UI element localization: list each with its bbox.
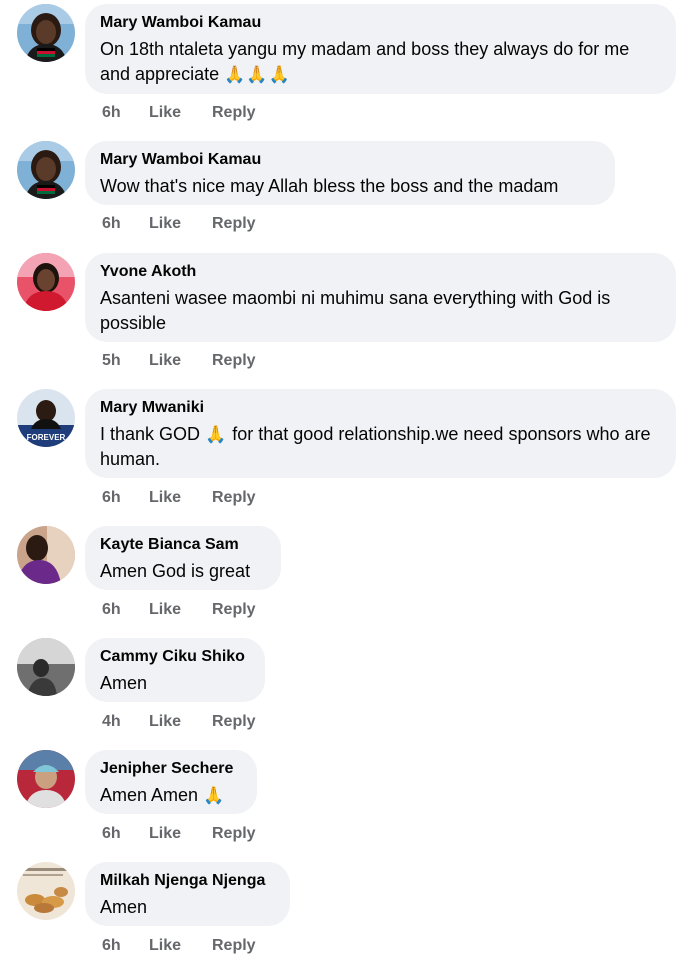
comment-text: Amen God is great	[100, 561, 251, 581]
comment-author[interactable]: Kayte Bianca Sam	[100, 536, 265, 554]
like-button[interactable]: Like	[149, 488, 181, 508]
reply-button[interactable]: Reply	[212, 712, 256, 732]
profile-photo-icon	[17, 750, 75, 808]
comment-timestamp[interactable]: 6h	[102, 936, 121, 956]
comment-text: Amen Amen 🙏	[100, 785, 226, 805]
avatar[interactable]	[17, 638, 75, 696]
comment-bubble: Milkah Njenga Njenga Amen	[85, 862, 290, 926]
comment-timestamp[interactable]: 6h	[102, 488, 121, 508]
reply-button[interactable]: Reply	[212, 936, 256, 956]
profile-photo-icon	[17, 638, 75, 696]
avatar[interactable]	[17, 526, 75, 584]
comment-bubble: Cammy Ciku Shiko Amen	[85, 638, 265, 702]
like-button[interactable]: Like	[149, 103, 181, 123]
reply-button[interactable]: Reply	[212, 103, 256, 123]
comment-author[interactable]: Mary Wamboi Kamau	[100, 151, 599, 169]
like-button[interactable]: Like	[149, 351, 181, 371]
comment-author[interactable]: Yvone Akoth	[100, 263, 660, 281]
comment-author[interactable]: Milkah Njenga Njenga	[100, 872, 274, 890]
reply-button[interactable]: Reply	[212, 600, 256, 620]
comment-author[interactable]: Mary Mwaniki	[100, 399, 660, 417]
avatar[interactable]	[17, 141, 75, 199]
comment-text: I thank GOD 🙏 for that good relationship…	[100, 424, 651, 469]
like-button[interactable]: Like	[149, 824, 181, 844]
comment-text: Asanteni wasee maombi ni muhimu sana eve…	[100, 288, 611, 333]
praying-hands-icon: 🙏	[203, 786, 226, 805]
comment-timestamp[interactable]: 6h	[102, 824, 121, 844]
avatar-caption: FOREVER	[27, 433, 66, 442]
like-button[interactable]: Like	[149, 712, 181, 732]
comment-timestamp[interactable]: 6h	[102, 214, 121, 234]
comment-timestamp[interactable]: 6h	[102, 600, 121, 620]
profile-photo-icon	[17, 526, 75, 584]
like-button[interactable]: Like	[149, 936, 181, 956]
avatar[interactable]	[17, 750, 75, 808]
profile-photo-icon	[17, 4, 75, 62]
comment-timestamp[interactable]: 6h	[102, 103, 121, 123]
comment-author[interactable]: Mary Wamboi Kamau	[100, 14, 660, 32]
praying-hands-icon: 🙏🙏🙏	[224, 65, 291, 84]
profile-photo-icon	[17, 141, 75, 199]
profile-photo-icon	[17, 862, 75, 920]
avatar[interactable]	[17, 4, 75, 62]
like-button[interactable]: Like	[149, 214, 181, 234]
praying-hands-icon: 🙏	[205, 425, 228, 444]
reply-button[interactable]: Reply	[212, 488, 256, 508]
comment-timestamp[interactable]: 5h	[102, 351, 121, 371]
comment-bubble: Jenipher Sechere Amen Amen 🙏	[85, 750, 257, 814]
comment-text: Wow that's nice may Allah bless the boss…	[100, 176, 559, 196]
reply-button[interactable]: Reply	[212, 824, 256, 844]
comment-bubble: Mary Wamboi Kamau On 18th ntaleta yangu …	[85, 4, 676, 94]
avatar[interactable]	[17, 862, 75, 920]
profile-photo-icon	[17, 253, 75, 311]
avatar[interactable]	[17, 253, 75, 311]
comments-list: Mary Wamboi Kamau On 18th ntaleta yangu …	[0, 0, 688, 967]
comment-text: Amen	[100, 673, 148, 693]
avatar[interactable]: FOREVER	[17, 389, 75, 447]
comment-timestamp[interactable]: 4h	[102, 712, 121, 732]
comment-bubble: Mary Mwaniki I thank GOD 🙏 for that good…	[85, 389, 676, 478]
comment-author[interactable]: Jenipher Sechere	[100, 760, 241, 778]
comment-bubble: Yvone Akoth Asanteni wasee maombi ni muh…	[85, 253, 676, 342]
like-button[interactable]: Like	[149, 600, 181, 620]
comment-text: Amen	[100, 897, 148, 917]
comment-bubble: Kayte Bianca Sam Amen God is great	[85, 526, 281, 590]
profile-photo-icon: FOREVER	[17, 389, 75, 447]
comment-author[interactable]: Cammy Ciku Shiko	[100, 648, 249, 666]
reply-button[interactable]: Reply	[212, 214, 256, 234]
comment-text: On 18th ntaleta yangu my madam and boss …	[100, 39, 630, 84]
reply-button[interactable]: Reply	[212, 351, 256, 371]
comment-bubble: Mary Wamboi Kamau Wow that's nice may Al…	[85, 141, 615, 205]
